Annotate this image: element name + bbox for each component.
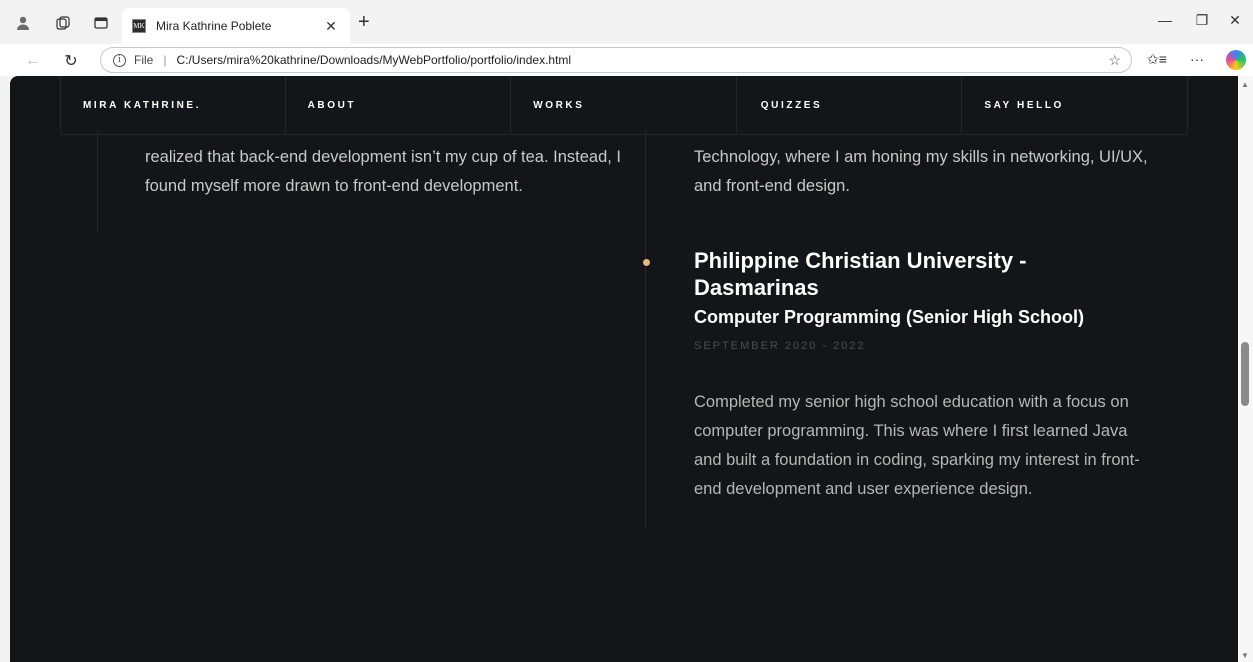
scroll-down-icon[interactable]: ▼: [1241, 651, 1249, 660]
nav-link-say-hello[interactable]: SAY HELLO: [962, 76, 1188, 135]
page-viewport: MIRA KATHRINE. ABOUT WORKS QUIZZES SAY H…: [10, 76, 1238, 662]
close-icon[interactable]: ✕: [322, 18, 340, 35]
tab-title: Mira Kathrine Poblete: [156, 19, 272, 33]
scroll-up-icon[interactable]: ▲: [1241, 80, 1249, 89]
plus-icon[interactable]: +: [358, 12, 370, 32]
scrollbar-thumb[interactable]: [1241, 342, 1249, 406]
favorite-star-icon[interactable]: ☆: [1108, 52, 1121, 69]
nav-link-about[interactable]: ABOUT: [286, 76, 512, 135]
education-description: Completed my senior high school educatio…: [694, 393, 1140, 498]
back-icon[interactable]: ←: [22, 50, 44, 72]
workspaces-icon[interactable]: [52, 12, 74, 34]
info-icon[interactable]: i: [113, 53, 126, 67]
refresh-icon[interactable]: ↻: [60, 50, 82, 72]
address-url[interactable]: C:/Users/mira%20kathrine/Downloads/MyWeb…: [176, 53, 571, 67]
timeline-line-right: [645, 130, 646, 530]
nav-link-works[interactable]: WORKS: [511, 76, 737, 135]
left-timeline-paragraph: realized that back-end development isn’t…: [145, 148, 622, 195]
file-label: File: [134, 53, 154, 67]
active-tab[interactable]: MK Mira Kathrine Poblete ✕: [122, 8, 350, 44]
minimize-icon[interactable]: —: [1150, 12, 1180, 28]
education-program: Computer Programming (Senior High School…: [694, 307, 1085, 327]
nav-brand[interactable]: MIRA KATHRINE.: [60, 76, 286, 135]
browser-toolbar: ← ↻ i File | C:/Users/mira%20kathrine/Do…: [0, 44, 1253, 76]
timeline-dot: [643, 259, 650, 266]
tab-favicon: MK: [132, 19, 146, 33]
window-close-icon[interactable]: ✕: [1220, 12, 1250, 29]
right-timeline-paragraph: Technology, where I am honing my skills …: [694, 148, 1148, 195]
restore-icon[interactable]: ❐: [1187, 12, 1217, 29]
address-bar[interactable]: i File | C:/Users/mira%20kathrine/Downlo…: [100, 47, 1132, 73]
timeline-line-left: [97, 130, 98, 232]
browser-tab-bar: MK Mira Kathrine Poblete ✕ + — ❐ ✕: [0, 0, 1253, 44]
education-school-title: Philippine Christian University - Dasmar…: [694, 248, 1027, 300]
nav-link-quizzes[interactable]: QUIZZES: [737, 76, 963, 135]
more-icon[interactable]: ···: [1186, 51, 1208, 67]
favorites-list-icon[interactable]: ✩≡: [1146, 51, 1168, 68]
education-dates: SEPTEMBER 2020 - 2022: [694, 340, 866, 352]
site-navbar: MIRA KATHRINE. ABOUT WORKS QUIZZES SAY H…: [60, 76, 1188, 135]
page-scrollbar[interactable]: ▲ ▼: [1238, 76, 1253, 662]
profile-icon[interactable]: [12, 12, 34, 34]
address-separator: |: [163, 53, 167, 67]
copilot-icon[interactable]: [1226, 50, 1246, 70]
tab-actions-icon[interactable]: [90, 12, 112, 34]
